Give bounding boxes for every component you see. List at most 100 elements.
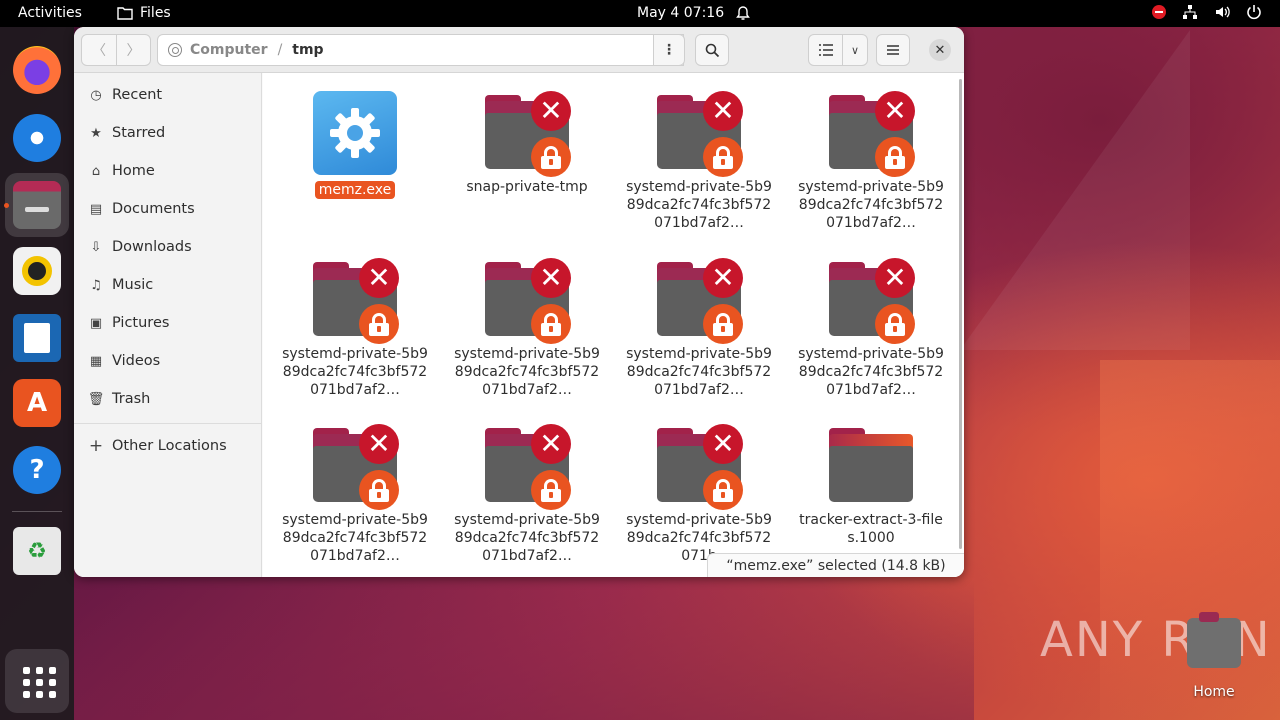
unreadable-emblem-icon: ✕ (875, 91, 915, 131)
folder-icon: ✕ (485, 424, 571, 510)
file-name: systemd-private-5b989dca2fc74fc3bf572071… (798, 179, 944, 231)
lock-emblem-icon (875, 137, 915, 177)
file-name: snap-private-tmp (466, 179, 588, 195)
scrollbar[interactable] (959, 79, 962, 549)
files-window: 〈 〉 Computer / tmp ⋮ ∨ ✕ ◷ Recent ★ Star… (74, 27, 964, 577)
folder-icon (117, 7, 133, 20)
sidebar-item-music[interactable]: ♫ Music (74, 267, 262, 303)
hamburger-icon (887, 45, 899, 55)
back-button[interactable]: 〈 (81, 34, 117, 66)
help-icon[interactable]: ? (13, 446, 61, 494)
file-item[interactable]: ✕ systemd-private-5b989dca2fc74fc3bf5720… (796, 91, 946, 232)
sidebar-item-pictures[interactable]: ▣ Pictures (74, 305, 262, 341)
folder-icon: ✕ (657, 424, 743, 510)
file-item[interactable]: ✕ systemd-private-5b989dca2fc74fc3bf5720… (280, 424, 430, 565)
search-icon (705, 43, 719, 57)
unreadable-emblem-icon: ✕ (531, 424, 571, 464)
system-tray[interactable] (1152, 4, 1262, 20)
path-separator: / (277, 42, 283, 58)
folder-icon: ✕ (313, 424, 399, 510)
sidebar-item-downloads[interactable]: ⇩ Downloads (74, 229, 262, 265)
desktop-home-icon[interactable]: Home (1184, 612, 1244, 700)
thunderbird-icon[interactable] (13, 114, 61, 162)
file-item[interactable]: ✕ snap-private-tmp (452, 91, 602, 196)
wallpaper-shard (74, 580, 974, 720)
path-root[interactable]: Computer (190, 42, 268, 58)
top-bar: Activities Files May 4 07:16 (0, 0, 1280, 27)
home-icon: ⌂ (91, 163, 101, 179)
power-icon (1247, 5, 1261, 20)
file-item-memz[interactable]: memz.exe (280, 91, 430, 199)
plus-icon: + (88, 436, 104, 456)
sidebar-item-label: Videos (112, 353, 161, 369)
sidebar-item-documents[interactable]: ▤ Documents (74, 191, 262, 227)
trash-icon: 🗑 (87, 391, 105, 407)
folder-icon (829, 424, 913, 502)
sidebar-item-label: Music (112, 277, 154, 293)
folder-icon (1187, 612, 1241, 668)
file-name: systemd-private-5b989dca2fc74fc3bf572071… (798, 346, 944, 398)
lock-emblem-icon (359, 304, 399, 344)
lock-emblem-icon (703, 137, 743, 177)
sidebar-item-trash[interactable]: 🗑 Trash (74, 381, 262, 417)
sidebar-item-label: Starred (112, 125, 166, 141)
path-current[interactable]: tmp (292, 42, 323, 58)
folder-icon: ✕ (657, 258, 743, 344)
file-item[interactable]: tracker-extract-3-files.1000 (796, 424, 946, 547)
file-name: systemd-private-5b989dca2fc74fc3bf572071… (282, 346, 428, 398)
sidebar-item-videos[interactable]: ▦ Videos (74, 343, 262, 379)
rhythmbox-icon[interactable] (13, 247, 61, 295)
unreadable-emblem-icon: ✕ (875, 258, 915, 298)
folder-icon: ✕ (829, 258, 915, 344)
activities-button[interactable]: Activities (18, 5, 82, 21)
sidebar-item-label: Recent (112, 87, 163, 103)
sidebar-item-label: Downloads (112, 239, 192, 255)
file-item[interactable]: ✕ systemd-private-5b989dca2fc74fc3bf5720… (280, 258, 430, 399)
path-bar[interactable]: Computer / tmp (157, 34, 684, 66)
close-button[interactable]: ✕ (929, 39, 951, 61)
clock-icon: ◷ (90, 87, 102, 103)
sidebar-item-starred[interactable]: ★ Starred (74, 115, 262, 151)
writer-icon[interactable] (13, 314, 61, 362)
files-icon[interactable] (13, 181, 61, 229)
path-menu-button[interactable]: ⋮ (653, 34, 685, 66)
search-button[interactable] (695, 34, 729, 66)
lock-emblem-icon (359, 470, 399, 510)
star-icon: ★ (90, 125, 102, 141)
file-item[interactable]: ✕ systemd-private-5b989dca2fc74fc3bf5720… (452, 258, 602, 399)
app-menu[interactable]: Files (117, 5, 171, 21)
picture-icon: ▣ (89, 315, 103, 331)
file-item[interactable]: ✕ systemd-private-5b989dca2fc74fc3bf5720… (624, 424, 774, 565)
chevron-left-icon: 〈 (92, 43, 106, 59)
sidebar: ◷ Recent ★ Starred ⌂ Home ▤ Documents ⇩ … (74, 73, 262, 577)
unreadable-emblem-icon: ✕ (359, 258, 399, 298)
file-item[interactable]: ✕ systemd-private-5b989dca2fc74fc3bf5720… (452, 424, 602, 565)
show-apps-button[interactable] (5, 649, 69, 713)
main-menu-button[interactable] (876, 34, 910, 66)
file-name: tracker-extract-3-files.1000 (799, 512, 943, 546)
unreadable-emblem-icon: ✕ (359, 424, 399, 464)
view-mode-button[interactable] (808, 34, 843, 66)
file-name: systemd-private-5b989dca2fc74fc3bf572071… (454, 512, 600, 564)
sidebar-item-label: Documents (112, 201, 195, 217)
file-item[interactable]: ✕ systemd-private-5b989dca2fc74fc3bf5720… (624, 258, 774, 399)
close-icon: ✕ (934, 42, 946, 58)
app-center-icon[interactable]: A (13, 379, 61, 427)
drive-icon (168, 43, 182, 57)
firefox-icon[interactable] (13, 46, 61, 94)
forward-button[interactable]: 〉 (116, 34, 151, 66)
unreadable-emblem-icon: ✕ (531, 258, 571, 298)
sidebar-item-other-locations[interactable]: + Other Locations (74, 428, 262, 464)
clock[interactable]: May 4 07:16 (637, 5, 724, 21)
sidebar-item-home[interactable]: ⌂ Home (74, 153, 262, 189)
file-item[interactable]: ✕ systemd-private-5b989dca2fc74fc3bf5720… (796, 258, 946, 399)
sidebar-item-recent[interactable]: ◷ Recent (74, 77, 262, 113)
chevron-right-icon: 〉 (126, 43, 141, 59)
trash-icon[interactable]: ♻ (13, 527, 61, 575)
sidebar-item-label: Pictures (112, 315, 170, 331)
file-name: systemd-private-5b989dca2fc74fc3bf572071… (626, 346, 772, 398)
file-item[interactable]: ✕ systemd-private-5b989dca2fc74fc3bf5720… (624, 91, 774, 232)
view-options-button[interactable]: ∨ (842, 34, 868, 66)
document-icon: ▤ (89, 201, 103, 217)
app-name: Files (140, 5, 171, 21)
